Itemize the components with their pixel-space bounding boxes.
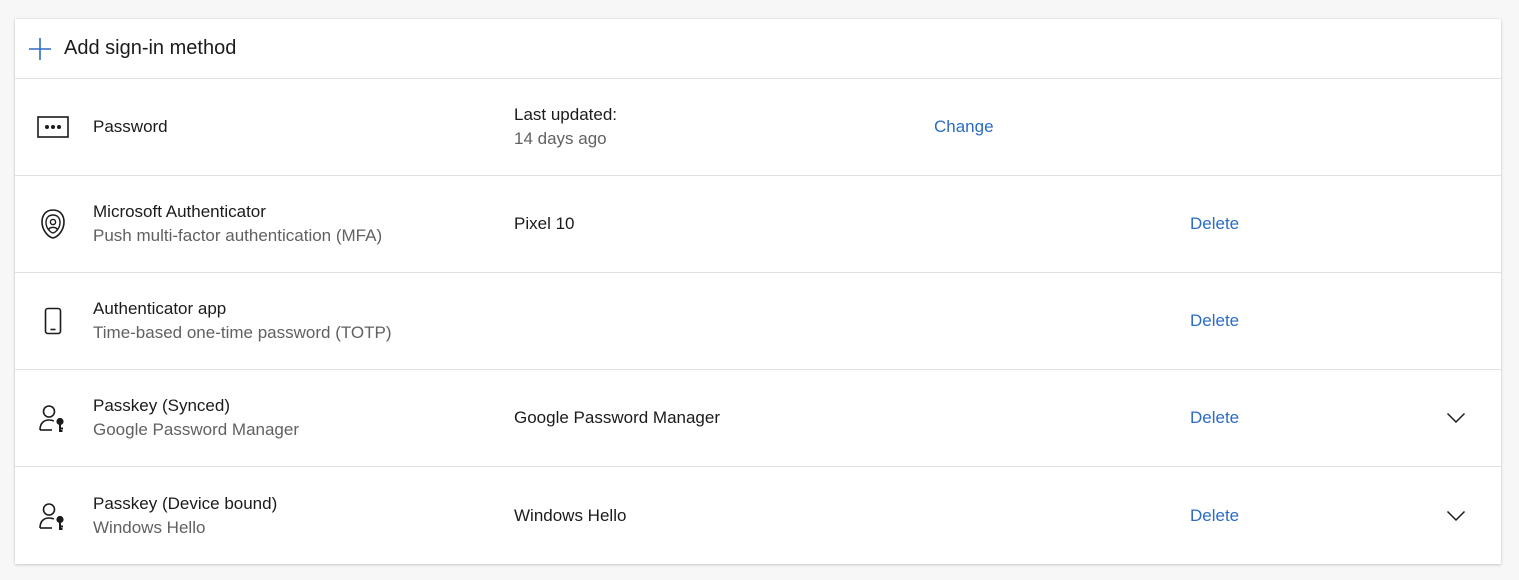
method-subtitle: Push multi-factor authentication (MFA)	[93, 226, 383, 245]
passkey-icon	[37, 500, 69, 532]
sign-in-methods-card: Add sign-in method Password Last updated…	[15, 19, 1501, 564]
delete-passkey-synced-link[interactable]: Delete	[1190, 408, 1239, 428]
method-row-passkey-device-bound: Passkey (Device bound) Windows Hello Win…	[15, 467, 1501, 564]
method-title: Passkey (Synced)	[93, 396, 230, 415]
method-subtitle: Windows Hello	[93, 517, 206, 537]
delete-microsoft-authenticator-link[interactable]: Delete	[1190, 214, 1239, 234]
chevron-down-icon[interactable]	[1444, 406, 1468, 430]
method-detail-label: Pixel 10	[514, 214, 575, 233]
method-row-password: Password Last updated: 14 days ago Chang…	[15, 79, 1501, 176]
delete-authenticator-app-link[interactable]: Delete	[1190, 311, 1239, 331]
method-row-authenticator-app: Authenticator app Time-based one-time pa…	[15, 273, 1501, 370]
phone-icon	[37, 305, 69, 337]
method-detail-label: Last updated:	[514, 105, 618, 124]
password-icon	[37, 111, 69, 143]
method-title: Passkey (Device bound)	[93, 493, 278, 513]
method-detail-value: 14 days ago	[514, 129, 607, 148]
add-sign-in-method-button[interactable]: Add sign-in method	[15, 19, 1501, 79]
method-row-passkey-synced: Passkey (Synced) Google Password Manager…	[15, 370, 1501, 467]
microsoft-authenticator-icon	[37, 208, 69, 240]
method-title: Password	[93, 117, 168, 136]
method-subtitle: Time-based one-time password (TOTP)	[93, 323, 392, 342]
method-row-microsoft-authenticator: Microsoft Authenticator Push multi-facto…	[15, 176, 1501, 273]
passkey-icon	[37, 402, 69, 434]
add-sign-in-method-label: Add sign-in method	[64, 37, 237, 59]
method-title: Authenticator app	[93, 299, 227, 318]
plus-icon	[28, 37, 52, 61]
method-detail-label: Google Password Manager	[514, 408, 721, 427]
method-title: Microsoft Authenticator	[93, 202, 266, 221]
change-password-link[interactable]: Change	[934, 117, 994, 137]
delete-passkey-device-bound-link[interactable]: Delete	[1190, 506, 1239, 526]
chevron-down-icon[interactable]	[1444, 504, 1468, 528]
method-subtitle: Google Password Manager	[93, 420, 300, 439]
method-detail-label: Windows Hello	[514, 505, 627, 525]
